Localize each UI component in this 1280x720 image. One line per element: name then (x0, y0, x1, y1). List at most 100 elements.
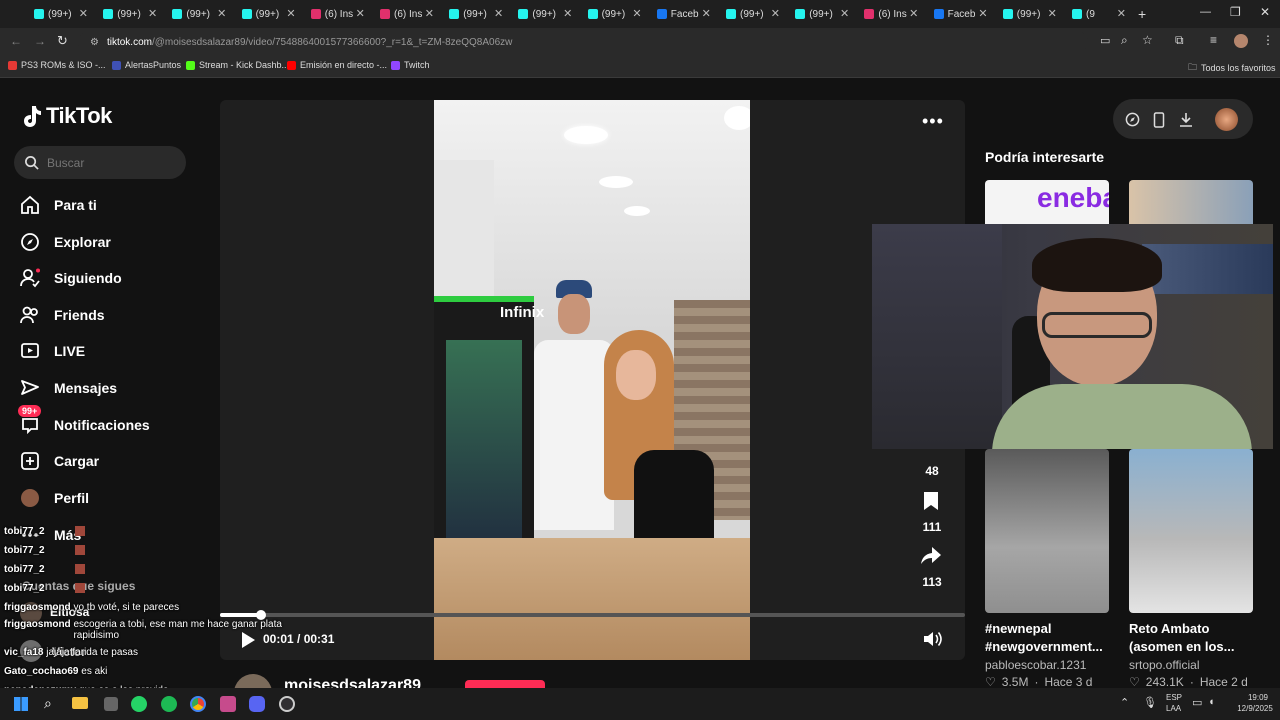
browser-tab[interactable]: (99+) ✕ (720, 4, 786, 24)
progress-track[interactable] (220, 610, 965, 620)
suggestion-thumbnail[interactable] (985, 449, 1109, 613)
tab-close-icon[interactable]: ✕ (148, 7, 157, 20)
microphone-tray-icon[interactable]: 🎙 (1143, 696, 1157, 709)
nav-item-cargar[interactable]: Cargar (20, 446, 99, 476)
suggestion-card[interactable]: Reto Ambato (asomen en los... srtopo.offi… (1129, 620, 1253, 688)
whatsapp-icon[interactable] (131, 696, 147, 712)
download-icon[interactable] (1179, 112, 1193, 127)
bookmark-star-icon[interactable]: ☆ (1142, 33, 1153, 47)
extensions-icon[interactable]: ⧉ (1175, 33, 1184, 48)
browser-tab[interactable]: (99+) ✕ (443, 4, 509, 24)
forward-icon[interactable]: → (34, 34, 46, 48)
taskbar-app-icon[interactable] (220, 696, 236, 712)
suggestion-card[interactable]: #newnepal #newgovernment... pabloescobar.… (985, 620, 1109, 688)
discord-icon[interactable] (249, 696, 265, 712)
tab-close-icon[interactable]: ✕ (1117, 7, 1126, 20)
bookmark-item[interactable]: AlertasPuntos (112, 60, 181, 70)
nav-item-siguiendo[interactable]: Siguiendo (20, 263, 122, 293)
browser-tab[interactable]: (6) Ins ✕ (374, 4, 440, 24)
tab-close-icon[interactable]: ✕ (217, 7, 226, 20)
browser-tab[interactable]: (9 ✕ (1066, 4, 1132, 24)
tab-close-icon[interactable]: ✕ (286, 7, 295, 20)
bookmark-icon[interactable] (922, 491, 940, 511)
author-avatar[interactable] (234, 674, 272, 688)
network-icon[interactable]: ▭ (1192, 696, 1202, 709)
spotify-icon[interactable] (161, 696, 177, 712)
tray-chevron-icon[interactable]: ⌃ (1120, 696, 1129, 709)
bookmark-item[interactable]: Twitch (391, 60, 430, 70)
obs-icon[interactable] (279, 696, 295, 712)
nav-item-para-ti[interactable]: Para ti (20, 190, 97, 220)
browser-tab[interactable]: (6) Ins ✕ (305, 4, 371, 24)
tab-close-icon[interactable]: ✕ (356, 7, 365, 20)
user-avatar[interactable] (1215, 108, 1238, 131)
tab-close-icon[interactable]: ✕ (840, 7, 849, 20)
device-icon[interactable] (1153, 112, 1165, 128)
tiktok-logo[interactable]: TikTok (20, 103, 112, 129)
new-tab-button[interactable]: + (1138, 6, 1146, 22)
zoom-icon[interactable]: ⌕ (1121, 33, 1128, 48)
windows-start-icon[interactable] (14, 697, 28, 711)
nav-item-live[interactable]: LIVE (20, 336, 85, 366)
share-icon[interactable] (920, 546, 942, 566)
close-window-icon[interactable]: ✕ (1260, 5, 1270, 19)
volume-icon[interactable] (922, 630, 942, 648)
install-icon[interactable]: ▭ (1100, 34, 1110, 47)
browser-tab[interactable]: (99+) ✕ (236, 4, 302, 24)
compass-icon[interactable] (1125, 112, 1140, 127)
tab-close-icon[interactable]: ✕ (425, 7, 434, 20)
keyboard-lang-2[interactable]: LAA (1166, 704, 1181, 713)
suggestion-thumbnail[interactable] (1129, 180, 1253, 226)
search-input[interactable] (47, 155, 167, 170)
tab-close-icon[interactable]: ✕ (909, 7, 918, 20)
url-bar[interactable]: ⚙ tiktok.com /@moisesdsalazar89/video/75… (78, 31, 1088, 53)
back-icon[interactable]: ← (10, 34, 22, 48)
reading-list-icon[interactable]: ≡ (1210, 33, 1217, 47)
nav-item-notificaciones[interactable]: 99+ Notificaciones (18, 405, 150, 440)
clock-date[interactable]: 12/9/2025 (1232, 704, 1278, 713)
tab-close-icon[interactable]: ✕ (79, 7, 88, 20)
restore-icon[interactable]: ❐ (1230, 5, 1241, 19)
nav-item-mensajes[interactable]: Mensajes (20, 373, 117, 403)
browser-tab[interactable]: Faceb ✕ (651, 4, 717, 24)
volume-tray-icon[interactable]: ◖ (1208, 696, 1215, 708)
bookmark-item[interactable]: Emisión en directo -... (287, 60, 387, 70)
nav-item-perfil[interactable]: Perfil (20, 483, 89, 513)
nav-item-explorar[interactable]: Explorar (20, 227, 111, 257)
site-info-icon[interactable]: ⚙ (90, 37, 99, 48)
nav-item-friends[interactable]: Friends (20, 300, 105, 330)
tab-close-icon[interactable]: ✕ (771, 7, 780, 20)
bookmark-item[interactable]: PS3 ROMs & ISO -... (8, 60, 106, 70)
follow-button[interactable] (465, 680, 545, 688)
author-name[interactable]: moisesdsalazar89 (284, 677, 421, 688)
browser-tab[interactable]: (99+) ✕ (166, 4, 232, 24)
browser-tab[interactable]: (99+) ✕ (582, 4, 648, 24)
tab-close-icon[interactable]: ✕ (494, 7, 503, 20)
taskbar-search-icon[interactable]: ⌕ (44, 695, 52, 712)
tab-close-icon[interactable]: ✕ (978, 7, 987, 20)
video-player[interactable]: Infinix (434, 100, 750, 660)
browser-tab[interactable]: (6) Ins ✕ (858, 4, 924, 24)
minimize-icon[interactable]: — (1200, 6, 1211, 18)
browser-tab[interactable]: (99+) ✕ (28, 4, 94, 24)
search-box[interactable] (14, 146, 186, 179)
browser-tab[interactable]: (99+) ✕ (997, 4, 1063, 24)
reload-icon[interactable]: ↻ (57, 33, 68, 49)
tab-close-icon[interactable]: ✕ (563, 7, 572, 20)
browser-tab[interactable]: (99+) ✕ (789, 4, 855, 24)
video-more-icon[interactable]: ••• (922, 111, 944, 132)
browser-tab[interactable]: (99+) ✕ (512, 4, 578, 24)
all-bookmarks-folder[interactable]: 🗀 Todos los favoritos (1188, 60, 1276, 76)
tab-close-icon[interactable]: ✕ (702, 7, 711, 20)
suggestion-thumbnail[interactable]: eneba (985, 180, 1109, 226)
browser-tab[interactable]: Faceb ✕ (928, 4, 994, 24)
keyboard-lang-1[interactable]: ESP (1166, 693, 1182, 702)
file-explorer-icon[interactable] (72, 697, 88, 709)
suggestion-thumbnail[interactable] (1129, 449, 1253, 613)
profile-avatar[interactable] (1234, 34, 1248, 48)
tab-close-icon[interactable]: ✕ (1048, 7, 1057, 20)
menu-icon[interactable]: ⋮ (1262, 33, 1274, 47)
clock-time[interactable]: 19:09 (1240, 693, 1276, 702)
chrome-icon[interactable] (190, 696, 206, 712)
bookmark-item[interactable]: Stream - Kick Dashb... (186, 60, 289, 70)
